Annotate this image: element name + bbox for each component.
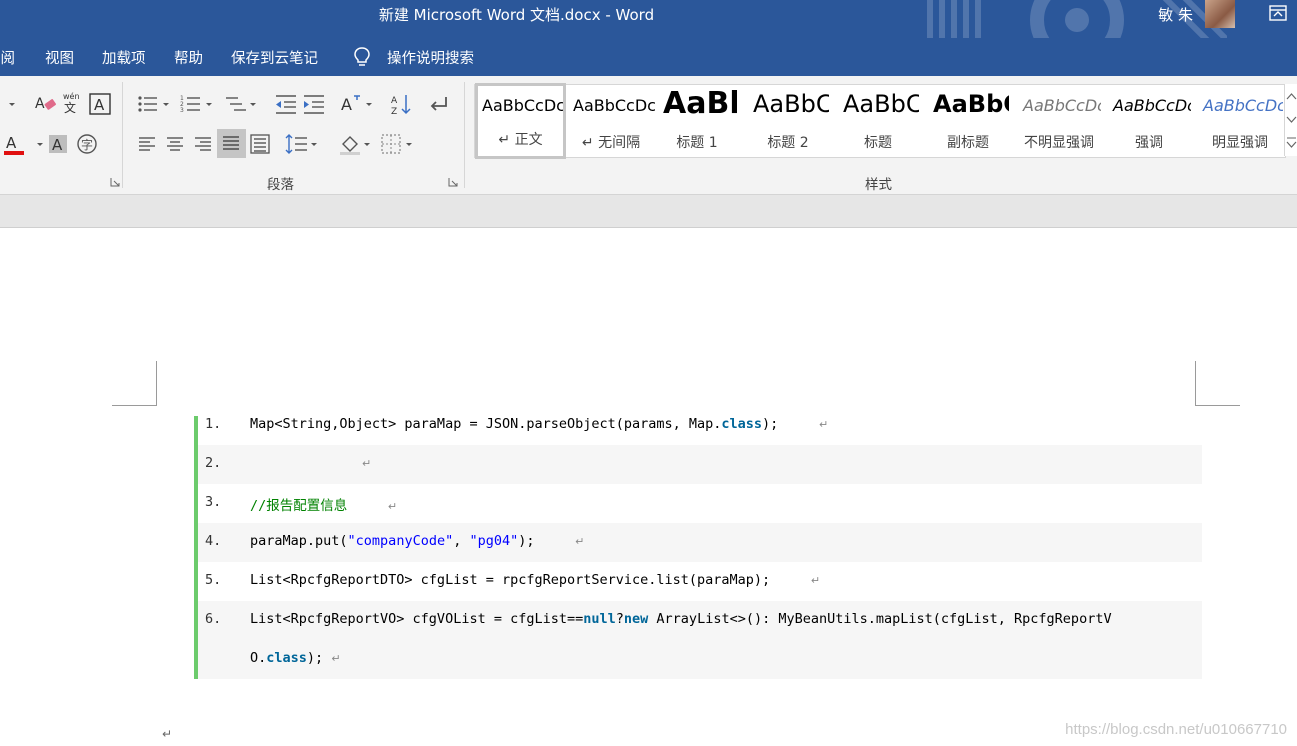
tab-save-to-cloud-notes[interactable]: 保存到云笔记 xyxy=(231,47,318,68)
code-line: 6. List<RpcfgReportVO> cfgVOList = cfgLi… xyxy=(198,601,1202,679)
code-line: 3. //报告配置信息 ↵ xyxy=(198,484,1202,523)
styles-scroll-down-icon[interactable] xyxy=(1285,108,1297,132)
svg-text:A: A xyxy=(94,96,105,114)
styles-more-icon[interactable] xyxy=(1285,132,1297,156)
crop-mark-top-left xyxy=(156,361,157,405)
svg-text:A: A xyxy=(341,95,352,114)
line-spacing-icon[interactable] xyxy=(285,132,321,156)
crop-mark-top-right xyxy=(1195,361,1196,405)
code-text: ↵ xyxy=(362,457,372,470)
code-line: 5. List<RpcfgReportDTO> cfgList = rpcfgR… xyxy=(198,562,1202,601)
font-dialog-launcher-icon[interactable] xyxy=(110,177,120,187)
tab-review[interactable]: 审阅 xyxy=(0,47,15,68)
svg-text:Z: Z xyxy=(391,107,397,116)
increase-indent-icon[interactable] xyxy=(302,92,326,116)
svg-text:A: A xyxy=(35,96,45,112)
watermark: https://blog.csdn.net/u010667710 xyxy=(1065,721,1287,738)
sort-icon[interactable]: AZ xyxy=(390,92,414,116)
line-number: 2. xyxy=(205,455,222,471)
group-separator xyxy=(122,82,123,188)
ribbon: A wén 文 A A A 字 123 A AZ 段落 AaBbCcDc ↵ 正… xyxy=(0,76,1297,195)
numbering-icon[interactable]: 123 xyxy=(180,92,216,116)
line-number: 6. xyxy=(205,611,222,627)
character-border-icon[interactable]: A xyxy=(88,92,112,116)
chinese-layout-icon[interactable]: A xyxy=(340,92,376,116)
align-center-icon[interactable] xyxy=(163,132,187,156)
svg-text:A: A xyxy=(52,136,63,154)
line-number: 5. xyxy=(205,572,222,588)
tell-me-search[interactable]: 操作说明搜索 xyxy=(387,47,474,68)
svg-text:A: A xyxy=(6,134,17,152)
code-text: List<RpcfgReportVO> cfgVOList = cfgList=… xyxy=(250,611,1112,627)
line-number: 4. xyxy=(205,533,222,549)
style-title[interactable]: AaBbC 标题 xyxy=(837,86,919,156)
code-block: 1. Map<String,Object> paraMap = JSON.par… xyxy=(194,416,1202,679)
font-color-dropdown-icon[interactable] xyxy=(28,132,43,156)
code-text: Map<String,Object> paraMap = JSON.parseO… xyxy=(250,416,829,432)
borders-icon[interactable] xyxy=(380,132,416,156)
character-shading-icon[interactable]: A xyxy=(46,132,70,156)
code-text: paraMap.put("companyCode", "pg04"); ↵ xyxy=(250,533,585,549)
styles-scroll-up-icon[interactable] xyxy=(1285,84,1297,108)
paragraph-mark: ↵ xyxy=(162,727,173,741)
svg-text:字: 字 xyxy=(81,137,93,152)
style-no-spacing[interactable]: AaBbCcDc ↵ 无间隔 xyxy=(567,86,655,156)
styles-group-label: 样式 xyxy=(865,177,892,193)
align-right-icon[interactable] xyxy=(191,132,215,156)
enclose-characters-icon[interactable]: 字 xyxy=(75,132,99,156)
paragraph-dialog-launcher-icon[interactable] xyxy=(448,177,458,187)
tab-help[interactable]: 帮助 xyxy=(174,47,203,68)
align-left-icon[interactable] xyxy=(135,132,159,156)
style-subtitle[interactable]: AaBbC 副标题 xyxy=(927,86,1009,156)
code-line: 2. ↵ xyxy=(198,445,1202,484)
code-text: //报告配置信息 ↵ xyxy=(250,498,398,514)
multilevel-list-icon[interactable] xyxy=(224,92,260,116)
ruler-area xyxy=(0,195,1297,228)
font-dropdown-arrow-icon[interactable] xyxy=(0,92,15,116)
crop-mark-top-left xyxy=(112,405,157,406)
svg-text:wén: wén xyxy=(63,91,80,101)
window-title: 新建 Microsoft Word 文档.docx - Word xyxy=(378,6,655,24)
justify-icon[interactable] xyxy=(217,129,246,158)
phonetic-guide-icon[interactable]: wén 文 xyxy=(60,90,84,114)
style-heading-2[interactable]: AaBbC 标题 2 xyxy=(747,86,829,156)
paragraph-group-label: 段落 xyxy=(267,177,294,193)
code-line: 4. paraMap.put("companyCode", "pg04"); ↵ xyxy=(198,523,1202,562)
style-intense-emphasis[interactable]: AaBbCcDc 明显强调 xyxy=(1197,86,1283,156)
style-subtle-emphasis[interactable]: AaBbCcDc 不明显强调 xyxy=(1017,86,1101,156)
ribbon-display-options-icon[interactable] xyxy=(1269,5,1287,21)
style-heading-1[interactable]: AaBl 标题 1 xyxy=(657,86,737,156)
style-emphasis[interactable]: AaBbCcDc 强调 xyxy=(1107,86,1191,156)
line-number: 1. xyxy=(205,416,222,432)
user-name[interactable]: 敏 朱 xyxy=(1158,4,1193,25)
shading-icon[interactable] xyxy=(338,132,374,156)
lightbulb-icon xyxy=(354,47,370,66)
line-number: 3. xyxy=(205,494,222,510)
styles-gallery: AaBbCcDc ↵ 正文 AaBbCcDc ↵ 无间隔 AaBl 标题 1 A… xyxy=(474,83,1286,159)
svg-text:3: 3 xyxy=(180,107,184,114)
styles-scroll xyxy=(1284,84,1297,156)
font-color-icon[interactable]: A xyxy=(2,132,26,156)
ribbon-tab-bar: 审阅 视图 加载项 帮助 保存到云笔记 操作说明搜索 xyxy=(0,38,1297,76)
title-bar: 新建 Microsoft Word 文档.docx - Word 敏 朱 xyxy=(0,0,1297,38)
show-formatting-marks-icon[interactable] xyxy=(426,92,450,116)
svg-text:文: 文 xyxy=(64,100,76,114)
code-text: List<RpcfgReportDTO> cfgList = rpcfgRepo… xyxy=(250,572,821,588)
bullets-icon[interactable] xyxy=(137,92,173,116)
code-line: 1. Map<String,Object> paraMap = JSON.par… xyxy=(198,406,1202,445)
svg-text:A: A xyxy=(391,96,398,106)
style-normal[interactable]: AaBbCcDc ↵ 正文 xyxy=(475,83,566,159)
decrease-indent-icon[interactable] xyxy=(274,92,298,116)
tab-view[interactable]: 视图 xyxy=(45,47,74,68)
tab-addins[interactable]: 加载项 xyxy=(102,47,146,68)
clear-formatting-icon[interactable]: A xyxy=(33,92,57,116)
distributed-icon[interactable] xyxy=(248,132,272,156)
avatar[interactable] xyxy=(1205,0,1235,28)
code-text-continued: O.class); ↵ xyxy=(250,650,341,666)
group-separator xyxy=(464,82,465,188)
